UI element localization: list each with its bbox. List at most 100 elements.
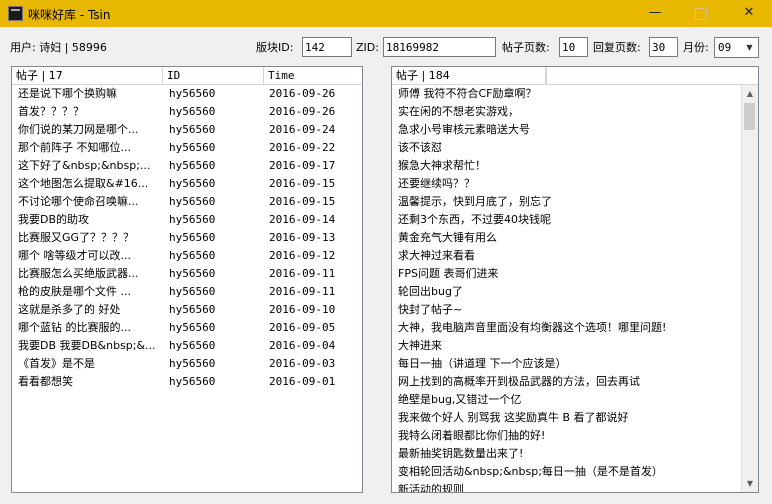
post-title-cell: 《首发》是不是 [18,357,95,370]
post-title-cell: 轮回出bug了 [398,285,463,298]
column-header-id[interactable]: ID [163,67,264,84]
post-title-cell: 还剩3个东西，不过要40块钱呢 [398,213,551,226]
board-id-field[interactable]: 142 [302,37,352,57]
month-label: 月份: [683,41,709,54]
post-title-cell: 温馨提示，快到月底了，别忘了 [398,195,552,208]
scroll-up-icon[interactable]: ▲ [742,85,758,102]
id-cell: hy56560 [169,87,216,100]
post-title-cell: 这个地图怎么提取&#16... [18,177,149,190]
post-title-cell: 首发？？？？ [18,105,84,118]
post-list-header: 帖子 | 184 [392,67,758,85]
column-header-time[interactable]: Time [264,67,362,84]
scroll-down-icon[interactable]: ▼ [742,475,758,492]
maximize-button[interactable] [678,0,724,27]
id-cell: hy56560 [169,105,216,118]
post-title-cell: 求大神过来看看 [398,249,475,262]
post-title-cell: 我来做个好人 别骂我 这奖励真牛 B 看了都说好 [398,411,629,424]
time-cell: 2016-09-17 [269,159,336,172]
time-cell: 2016-09-10 [269,303,336,316]
id-cell: hy56560 [169,231,216,244]
id-cell: hy56560 [169,303,216,316]
reply-pages-field[interactable]: 30 [649,37,678,57]
post-title-cell: 急求小号审核元素暗送大号 [398,123,530,136]
post-title-cell: 那个前阵子 不知哪位... [18,141,131,154]
time-cell: 2016-09-01 [269,375,336,388]
minimize-icon: — [648,5,662,20]
post-title-cell: 哪个 啥等级才可以改... [18,249,131,262]
close-icon: ✕ [743,5,755,20]
post-title-cell: 变相轮回活动&nbsp;&nbsp;每日一抽（是不是首发） [398,465,663,478]
thread-list[interactable]: 帖子 | 17 ID Time 还是说下哪个换购嘛 hy56560 2016-09-… [11,66,363,493]
post-title-cell: 还是说下哪个换购嘛 [18,87,117,100]
vertical-scrollbar[interactable]: ▲ ▼ [741,85,758,492]
minimize-button[interactable]: — [632,0,678,27]
post-title-cell: 快封了帖子~ [398,303,463,316]
time-cell: 2016-09-15 [269,195,336,208]
post-title-cell: FPS问题 表哥们进来 [398,267,499,280]
post-title-cell: 看看都想笑 [18,375,73,388]
time-cell: 2016-09-03 [269,357,336,370]
maximize-icon [695,8,707,20]
post-title-cell: 猴急大神求帮忙！ [398,159,486,172]
time-cell: 2016-09-15 [269,177,336,190]
post-pages-label: 帖子页数: [502,41,550,54]
id-cell: hy56560 [169,123,216,136]
id-cell: hy56560 [169,159,216,172]
post-title-cell: 该不该怼 [398,141,442,154]
post-title-cell: 哪个蓝钻 的比赛服的... [18,321,131,334]
time-cell: 2016-09-24 [269,123,336,136]
post-title-cell: 比赛服怎么买绝版武器... [18,267,139,280]
post-title-cell: 黄金充气大锤有用么 [398,231,497,244]
post-title-cell: 还要继续吗？？ [398,177,475,190]
board-id-label: 版块ID: [256,41,294,54]
post-title-cell: 大神进来 [398,339,442,352]
post-title-cell: 每日一抽（讲道理 下一个应该是） [398,357,567,370]
time-cell: 2016-09-04 [269,339,336,352]
time-cell: 2016-09-11 [269,267,336,280]
time-cell: 2016-09-26 [269,87,336,100]
post-title-cell: 师傅 我符不符合CF励章啊？ [398,87,537,100]
time-cell: 2016-09-26 [269,105,336,118]
month-select[interactable]: 09 ▼ [714,37,759,58]
id-cell: hy56560 [169,339,216,352]
thread-list-header: 帖子 | 17 ID Time [12,67,362,85]
user-label: 用户: 诗妇 | 58996 [10,41,107,54]
title-bar: 咪咪好库 - Tsin — ✕ [0,0,772,27]
post-title-cell: 绝壁是bug,又错过一个亿 [398,393,522,406]
time-cell: 2016-09-13 [269,231,336,244]
id-cell: hy56560 [169,249,216,262]
post-title-cell: 新活动的规则 [398,483,464,493]
time-cell: 2016-09-22 [269,141,336,154]
time-cell: 2016-09-12 [269,249,336,262]
post-title-cell: 不讨论哪个使命召唤嘛... [18,195,139,208]
post-list[interactable]: 帖子 | 184 师傅 我符不符合CF励章啊？ 实在闲的不想老实游戏， 急求小号审核… [391,66,759,493]
close-button[interactable]: ✕ [726,0,772,27]
id-cell: hy56560 [169,285,216,298]
zid-label: ZID: [356,41,379,54]
id-cell: hy56560 [169,375,216,388]
column-header-posts[interactable]: 帖子 | 17 [12,67,163,84]
post-title-cell: 比赛服又GG了？？？？ [18,231,135,244]
post-title-cell: 最新抽奖钥匙数量出来了! [398,447,524,460]
id-cell: hy56560 [169,213,216,226]
id-cell: hy56560 [169,357,216,370]
chevron-down-icon[interactable]: ▼ [743,40,756,55]
zid-field[interactable]: 18169982 [383,37,496,57]
id-cell: hy56560 [169,267,216,280]
scroll-thumb[interactable] [744,103,755,130]
post-title-cell: 网上找到的高概率开到极品武器的方法，回去再试 [398,375,640,388]
post-pages-field[interactable]: 10 [559,37,588,57]
post-title-cell: 枪的皮肤是哪个文件 ... [18,285,131,298]
post-title-cell: 我要DB 我要DB&nbsp;&... [18,339,156,352]
column-header-posts[interactable]: 帖子 | 184 [392,67,546,84]
post-title-cell: 大神，我电脑声音里面没有均衡器这个选项！哪里问题! [398,321,667,334]
month-value: 09 [718,41,732,54]
id-cell: hy56560 [169,177,216,190]
time-cell: 2016-09-14 [269,213,336,226]
post-title-cell: 我特么闭着眼都比你们抽的好! [398,429,546,442]
reply-pages-label: 回复页数: [593,41,641,54]
time-cell: 2016-09-11 [269,285,336,298]
id-cell: hy56560 [169,195,216,208]
app-icon [8,6,23,21]
post-title-cell: 你们说的某刀网是哪个... [18,123,139,136]
